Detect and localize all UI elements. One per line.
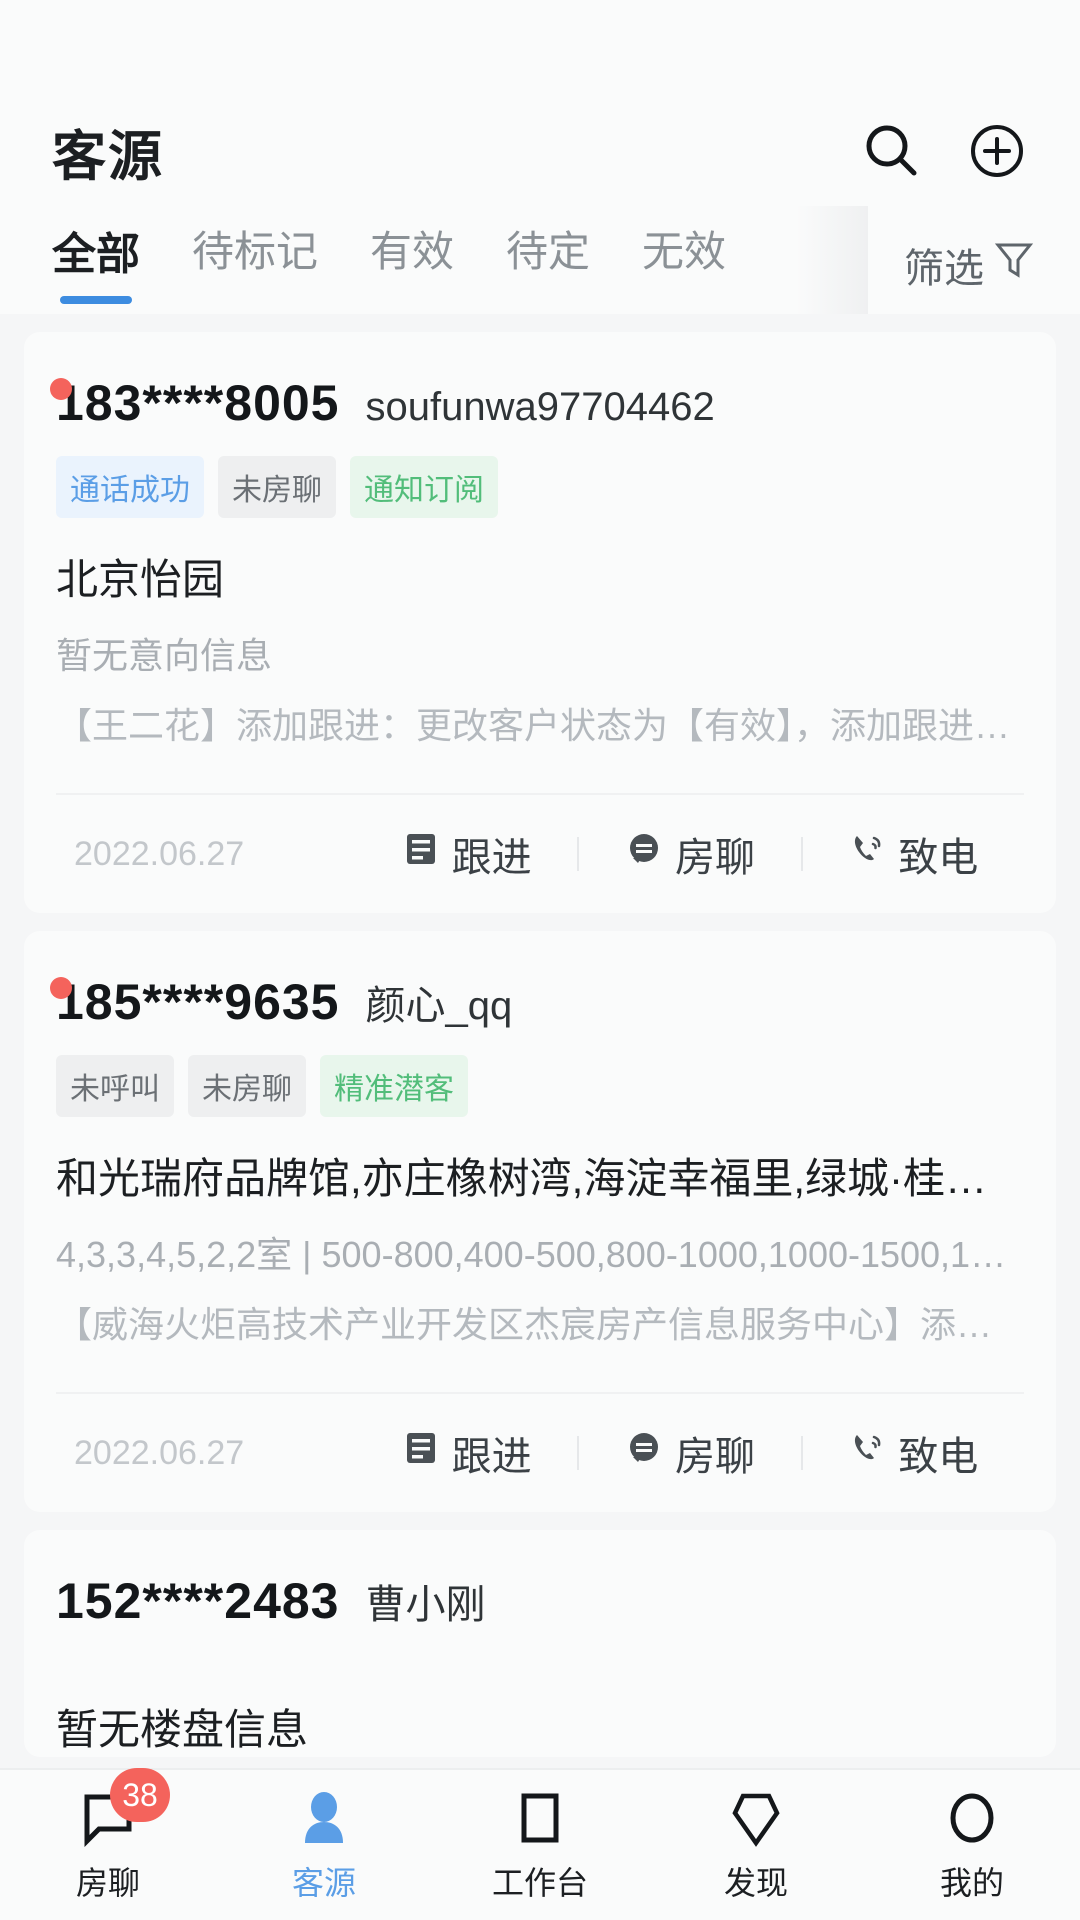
call-button[interactable]: 致电 bbox=[803, 1424, 1024, 1482]
chat-bubble-icon bbox=[625, 1429, 663, 1477]
unread-dot-badge bbox=[50, 977, 72, 999]
phone-call-icon bbox=[848, 830, 886, 878]
chat-bubble-icon bbox=[625, 830, 663, 878]
action-label: 致电 bbox=[898, 1435, 979, 1479]
list-item[interactable]: 183****8005 soufunwa97704462 通话成功 未房聊 通知… bbox=[24, 332, 1056, 913]
customer-nickname: 曹小刚 bbox=[365, 1583, 486, 1627]
unread-count-badge: 38 bbox=[110, 1768, 170, 1822]
follow-up-button[interactable]: 跟进 bbox=[356, 825, 577, 883]
card-footer: 2022.06.27 跟进 房聊 致电 bbox=[56, 793, 1024, 913]
card-header: 183****8005 soufunwa97704462 bbox=[50, 374, 1024, 432]
header-actions bbox=[854, 114, 1034, 188]
list-document-icon bbox=[402, 1429, 440, 1477]
status-chips: 未呼叫 未房聊 精准潜客 bbox=[56, 1055, 1024, 1117]
tab-label: 无效 bbox=[642, 228, 727, 275]
list-item[interactable]: 152****2483 曹小刚 暂无楼盘信息 bbox=[24, 1530, 1056, 1757]
nav-item-discover[interactable]: 发现 bbox=[648, 1786, 864, 1904]
chat-bubble-icon: 38 bbox=[76, 1768, 170, 1850]
call-button[interactable]: 致电 bbox=[803, 825, 1024, 883]
tab-label: 待标记 bbox=[192, 228, 319, 275]
intent-info: 4,3,3,4,5,2,2室 | 500-800,400-500,800-100… bbox=[56, 1234, 1024, 1275]
workbench-square-icon bbox=[508, 1786, 572, 1850]
action-label: 致电 bbox=[898, 836, 979, 880]
status-chips: 通话成功 未房聊 通知订阅 bbox=[56, 456, 1024, 518]
follow-up-note: 【王二花】添加跟进：更改客户状态为【有效】，添加跟进状态为… bbox=[56, 705, 1024, 746]
phone-wrapper: 185****9635 bbox=[50, 973, 340, 1031]
filter-button[interactable]: 筛选 bbox=[880, 206, 1080, 314]
card-actions: 跟进 房聊 致电 bbox=[356, 825, 1024, 883]
card-actions: 跟进 房聊 致电 bbox=[356, 1424, 1024, 1482]
nav-label: 工作台 bbox=[491, 1865, 588, 1901]
nav-label: 房聊 bbox=[75, 1865, 140, 1901]
card-header: 185****9635 颜心_qq bbox=[50, 973, 1024, 1031]
nav-label: 客源 bbox=[291, 1865, 356, 1901]
status-badge: 未呼叫 bbox=[56, 1055, 174, 1117]
search-icon[interactable] bbox=[854, 114, 928, 188]
page-title: 客源 bbox=[52, 126, 164, 187]
phone-call-icon bbox=[848, 1429, 886, 1477]
nav-item-customers[interactable]: 客源 bbox=[216, 1786, 432, 1904]
funnel-icon bbox=[994, 239, 1034, 291]
house-chat-button[interactable]: 房聊 bbox=[579, 825, 800, 883]
filter-label: 筛选 bbox=[904, 247, 984, 291]
house-chat-button[interactable]: 房聊 bbox=[579, 1424, 800, 1482]
phone-wrapper: 183****8005 bbox=[50, 374, 340, 432]
follow-up-note: 【威海火炬高技术产业开发区杰宸房产信息服务中心】添加跟进：… bbox=[56, 1304, 1024, 1345]
status-badge: 未房聊 bbox=[188, 1055, 306, 1117]
nav-label: 我的 bbox=[939, 1865, 1004, 1901]
diamond-icon bbox=[724, 1786, 788, 1850]
property-title: 北京怡园 bbox=[56, 556, 225, 603]
status-bar-spacer bbox=[0, 0, 1080, 96]
nav-label: 发现 bbox=[723, 1865, 788, 1901]
property-title: 和光瑞府品牌馆,亦庄橡树湾,海淀幸福里,绿城·桂语听澜,… bbox=[56, 1155, 1024, 1202]
tab-invalid[interactable]: 无效 bbox=[642, 218, 726, 301]
phone-wrapper: 152****2483 bbox=[56, 1572, 340, 1630]
nav-item-house-chat[interactable]: 38 房聊 bbox=[0, 1768, 216, 1904]
follow-up-button[interactable]: 跟进 bbox=[356, 1424, 577, 1482]
tab-label: 待定 bbox=[506, 228, 591, 275]
plus-circle-icon[interactable] bbox=[960, 114, 1034, 188]
intent-info: 暂无意向信息 bbox=[56, 635, 273, 676]
property-title: 暂无楼盘信息 bbox=[56, 1706, 309, 1753]
category-tabbar: 全部 待标记 有效 待定 无效 筛选 bbox=[0, 206, 1080, 314]
status-badge: 未房聊 bbox=[218, 456, 336, 518]
tab-label: 全部 bbox=[52, 230, 140, 279]
status-badge: 精准潜客 bbox=[320, 1055, 468, 1117]
tab-pending-mark[interactable]: 待标记 bbox=[192, 218, 318, 301]
circle-person-icon bbox=[940, 1786, 1004, 1850]
list-item[interactable]: 185****9635 颜心_qq 未呼叫 未房聊 精准潜客 和光瑞府品牌馆,亦… bbox=[24, 931, 1056, 1512]
bottom-navigation: 38 房聊 客源 工作台 发现 我的 bbox=[0, 1768, 1080, 1920]
status-badge: 通知订阅 bbox=[350, 456, 498, 518]
status-badge: 通话成功 bbox=[56, 456, 204, 518]
tab-label: 有效 bbox=[370, 228, 455, 275]
customer-phone: 183****8005 bbox=[56, 375, 340, 431]
tab-undetermined[interactable]: 待定 bbox=[506, 218, 590, 301]
person-icon bbox=[292, 1786, 356, 1850]
tab-valid[interactable]: 有效 bbox=[370, 218, 454, 301]
list-document-icon bbox=[402, 830, 440, 878]
action-label: 跟进 bbox=[451, 836, 532, 880]
customer-nickname: soufunwa97704462 bbox=[365, 385, 715, 429]
action-label: 房聊 bbox=[674, 836, 755, 880]
nav-item-workbench[interactable]: 工作台 bbox=[432, 1786, 648, 1904]
timestamp: 2022.06.27 bbox=[74, 1433, 245, 1472]
app-screen: 客源 全部 待标记 有效 待定 无效 筛选 183****8005 soufun… bbox=[0, 0, 1080, 1920]
customer-phone: 185****9635 bbox=[56, 974, 340, 1030]
timestamp: 2022.06.27 bbox=[74, 834, 245, 873]
customer-nickname: 颜心_qq bbox=[365, 984, 513, 1028]
card-footer: 2022.06.27 跟进 房聊 致电 bbox=[56, 1392, 1024, 1512]
tabs-scroll-area[interactable]: 全部 待标记 有效 待定 无效 bbox=[52, 206, 880, 304]
action-label: 房聊 bbox=[674, 1435, 755, 1479]
customer-list[interactable]: 183****8005 soufunwa97704462 通话成功 未房聊 通知… bbox=[0, 314, 1080, 1768]
unread-dot-badge bbox=[50, 378, 72, 400]
card-header: 152****2483 曹小刚 bbox=[56, 1572, 1024, 1630]
customer-phone: 152****2483 bbox=[56, 1573, 340, 1629]
page-header: 客源 bbox=[0, 96, 1080, 206]
action-label: 跟进 bbox=[451, 1435, 532, 1479]
tab-all[interactable]: 全部 bbox=[52, 218, 140, 304]
tab-active-underline bbox=[60, 296, 132, 304]
nav-item-profile[interactable]: 我的 bbox=[864, 1786, 1080, 1904]
